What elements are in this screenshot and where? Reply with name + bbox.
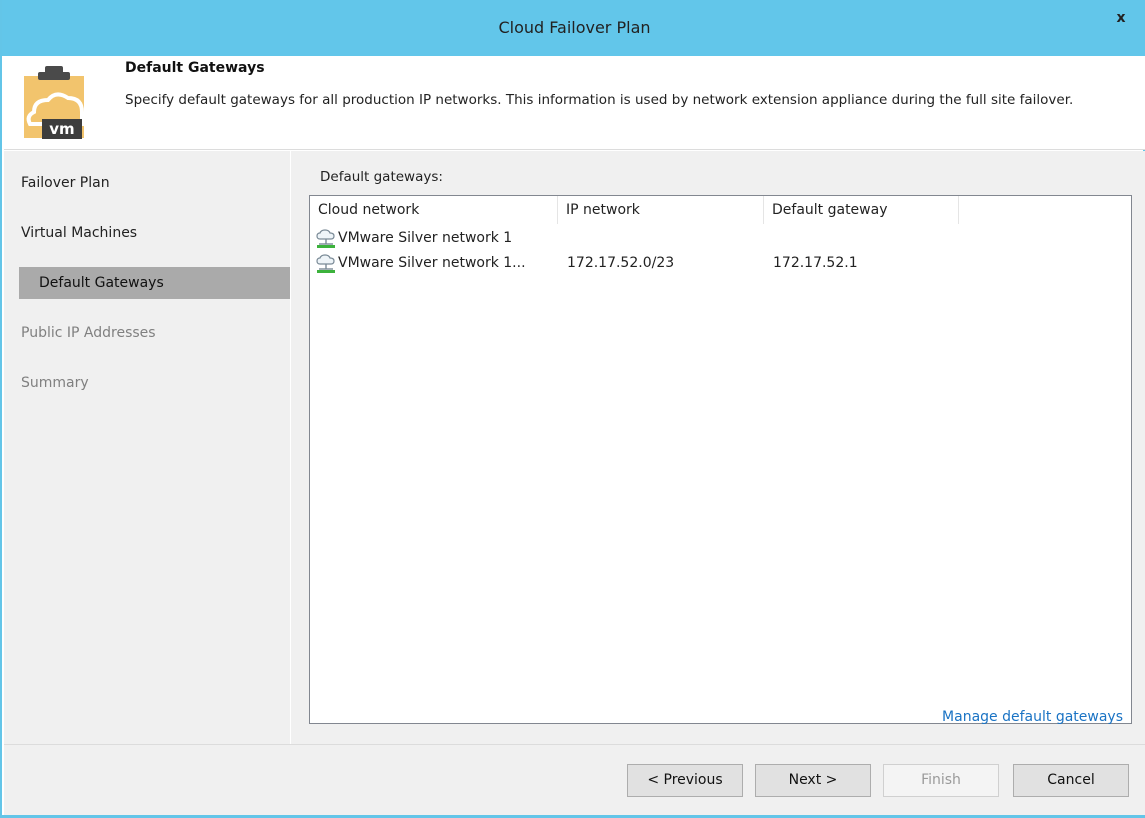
cell-default-gateway: 172.17.52.1 [773, 255, 858, 271]
page-description: Specify default gateways for all product… [125, 92, 1074, 108]
previous-button[interactable]: < Previous [627, 764, 743, 797]
network-icon [316, 254, 335, 273]
title-bar[interactable]: Cloud Failover Plan x [2, 0, 1145, 56]
cell-ip-network: 172.17.52.0/23 [567, 255, 675, 271]
page-title: Default Gateways [125, 60, 265, 76]
table-row[interactable]: VMware Silver network 1 [310, 225, 1131, 251]
cell-cloud-network: VMware Silver network 1... [338, 255, 526, 271]
nav-item-virtual-machines[interactable]: Virtual Machines [21, 217, 289, 249]
finish-button: Finish [883, 764, 999, 797]
nav-item-summary: Summary [21, 375, 89, 391]
wizard-header: vm Default Gateways Specify default gate… [4, 56, 1145, 150]
nav-item-failover-plan[interactable]: Failover Plan [21, 167, 289, 199]
manage-default-gateways-link[interactable]: Manage default gateways [942, 709, 1123, 725]
vm-cloud-clipboard-icon: vm [24, 66, 84, 139]
column-header-cloud-network[interactable]: Cloud network [310, 196, 558, 224]
table-header: Cloud network IP network Default gateway [310, 196, 1131, 224]
wizard-window: Cloud Failover Plan x vm Default Gateway… [0, 0, 1145, 818]
column-header-ip-network[interactable]: IP network [558, 196, 764, 224]
close-button[interactable]: x [1103, 8, 1139, 28]
gateways-label: Default gateways: [320, 169, 443, 185]
vm-icon-text: vm [49, 120, 74, 138]
next-button[interactable]: Next > [755, 764, 871, 797]
cancel-button[interactable]: Cancel [1013, 764, 1129, 797]
gateways-table[interactable]: Cloud network IP network Default gateway… [309, 195, 1132, 724]
wizard-footer: < Previous Next > Finish Cancel [4, 744, 1145, 815]
window-title: Cloud Failover Plan [498, 18, 651, 37]
content-panel: Default gateways: Cloud network IP netwo… [291, 151, 1145, 744]
nav-item-public-ip-addresses: Public IP Addresses [21, 325, 156, 341]
network-icon [316, 229, 335, 248]
nav-item-default-gateways[interactable]: Default Gateways [19, 267, 290, 299]
wizard-step-nav: Failover Plan Virtual Machines Default G… [4, 151, 290, 744]
column-header-default-gateway[interactable]: Default gateway [764, 196, 959, 224]
cell-cloud-network: VMware Silver network 1 [338, 230, 513, 246]
table-row[interactable]: VMware Silver network 1... 172.17.52.0/2… [310, 250, 1131, 276]
